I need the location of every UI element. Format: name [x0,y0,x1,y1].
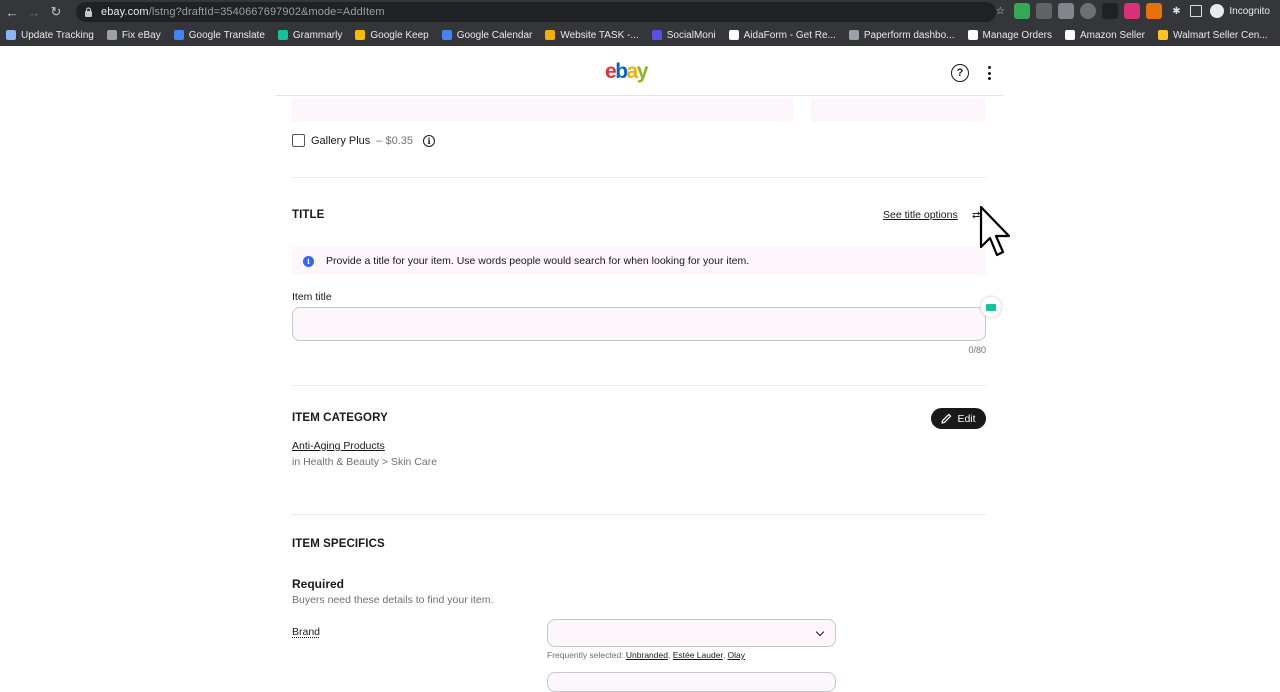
bookmark-item[interactable]: Update Tracking [6,30,94,41]
bookmark-favicon-icon [173,30,184,40]
extension-chart-icon[interactable] [1036,3,1053,19]
required-heading: Required [292,577,345,591]
bookmark-item[interactable]: SocialMoni [651,30,716,41]
gallery-plus-price: – $0.35 [376,134,413,147]
bookmark-item[interactable]: Website TASK -... [545,30,639,41]
bookmark-item[interactable]: AidaForm - Get Re... [728,30,836,41]
browser-toolbar: ← → ↻ ebay.com/lstng?draftId=35406676979… [0,0,1280,24]
pencil-icon [941,413,952,424]
banner-text: Provide a title for your item. Use words… [326,255,750,267]
bookmark-favicon-icon [6,30,16,40]
section-divider [292,514,986,515]
photo-option-box [292,98,794,122]
extension-pink-icon[interactable] [1124,3,1141,19]
incognito-icon [1210,4,1225,18]
extension-orange-icon[interactable] [1146,3,1163,19]
section-divider [292,177,986,178]
address-bar[interactable]: ebay.com/lstng?draftId=3540667697902&mod… [76,2,996,22]
title-info-banner: i Provide a title for your item. Use wor… [292,247,986,275]
bookmark-item[interactable]: Google Calendar [441,30,532,41]
bookmark-item[interactable]: Paperform dashbo... [848,30,955,41]
bookmark-favicon-icon [848,30,859,40]
info-icon: i [303,255,314,267]
extension-shield-icon[interactable] [1080,3,1097,19]
bookmark-favicon-icon [967,30,978,40]
incognito-badge[interactable]: Incognito [1210,4,1270,18]
bookmark-favicon-icon [1158,30,1169,40]
extension-grid-icon[interactable] [1058,3,1075,19]
frequently-selected: Frequently selected: Unbranded, Estée La… [547,650,746,660]
see-title-options-link[interactable]: See title options [883,209,958,221]
puzzle-icon[interactable]: ✱ [1168,3,1184,19]
extension-layers-icon[interactable] [1102,3,1119,19]
next-specific-select[interactable] [547,672,836,692]
frequent-option[interactable]: Estée Lauder [673,650,723,660]
mouse-cursor-icon [979,205,1011,257]
lock-icon [85,7,92,17]
forward-icon[interactable]: → [24,2,44,22]
gallery-plus-checkbox[interactable] [292,134,305,147]
bookmark-favicon-icon [545,30,556,40]
item-title-input[interactable] [292,307,986,341]
reload-icon[interactable]: ↻ [46,2,66,22]
frequent-option[interactable]: Olay [728,650,745,660]
bookmarks-bar: Update Tracking Fix eBay Google Translate G… [0,24,1280,46]
category-section-heading: ITEM CATEGORY [292,412,388,424]
category-link[interactable]: Anti-Aging Products [292,440,385,452]
required-subtext: Buyers need these details to find your i… [292,594,494,606]
gallery-plus-label: Gallery Plus [311,134,371,147]
bookmark-item[interactable]: Walmart Seller Cen... [1158,30,1268,41]
bookmark-favicon-icon [355,30,366,40]
section-divider [292,385,986,386]
brand-select[interactable] [547,619,836,647]
brand-label[interactable]: Brand [292,626,320,638]
url-text: ebay.com/lstng?draftId=3540667697902&mod… [101,6,385,18]
info-icon[interactable]: i [423,134,435,147]
bookmark-favicon-icon [441,30,452,40]
bookmark-item[interactable]: Grammarly [277,30,342,41]
bookmark-favicon-icon [106,30,117,40]
item-title-label: Item title [292,291,332,303]
bookmark-favicon-icon [651,30,662,40]
extensions-bar: ☆ ✱ Incognito [992,3,1270,19]
item-specifics-heading: ITEM SPECIFICS [292,538,385,550]
bookmark-item[interactable]: Manage Orders [967,30,1052,41]
photo-option-box-secondary [811,98,986,122]
bookmark-item[interactable]: Google Keep [355,30,429,41]
more-options-icon[interactable] [983,64,995,82]
bookmark-favicon-icon [1064,30,1075,40]
bookmark-favicon-icon [277,30,288,40]
ebay-header: ebay ? [275,46,1003,96]
bookmark-item[interactable]: Fix eBay [106,30,161,41]
title-section-heading: TITLE [292,209,325,221]
chevron-down-icon [815,627,825,636]
side-panel-icon[interactable] [1190,5,1203,17]
back-icon[interactable]: ← [2,2,22,22]
gallery-plus-option: Gallery Plus – $0.35 i [292,134,435,147]
grammarly-icon[interactable] [981,297,1001,317]
bookmark-item[interactable]: Google Translate [173,30,265,41]
title-char-count: 0/80 [968,345,986,355]
ebay-logo[interactable]: ebay [605,60,648,84]
bookmark-favicon-icon [728,30,739,40]
category-path: in Health & Beauty > Skin Care [292,456,438,468]
help-icon[interactable]: ? [951,64,969,82]
bookmark-star-icon[interactable]: ☆ [992,3,1008,19]
bookmark-item[interactable]: Amazon Seller [1064,30,1145,41]
edit-category-button[interactable]: Edit [931,408,986,429]
frequent-option[interactable]: Unbranded [626,650,668,660]
extension-green-icon[interactable] [1014,3,1031,19]
